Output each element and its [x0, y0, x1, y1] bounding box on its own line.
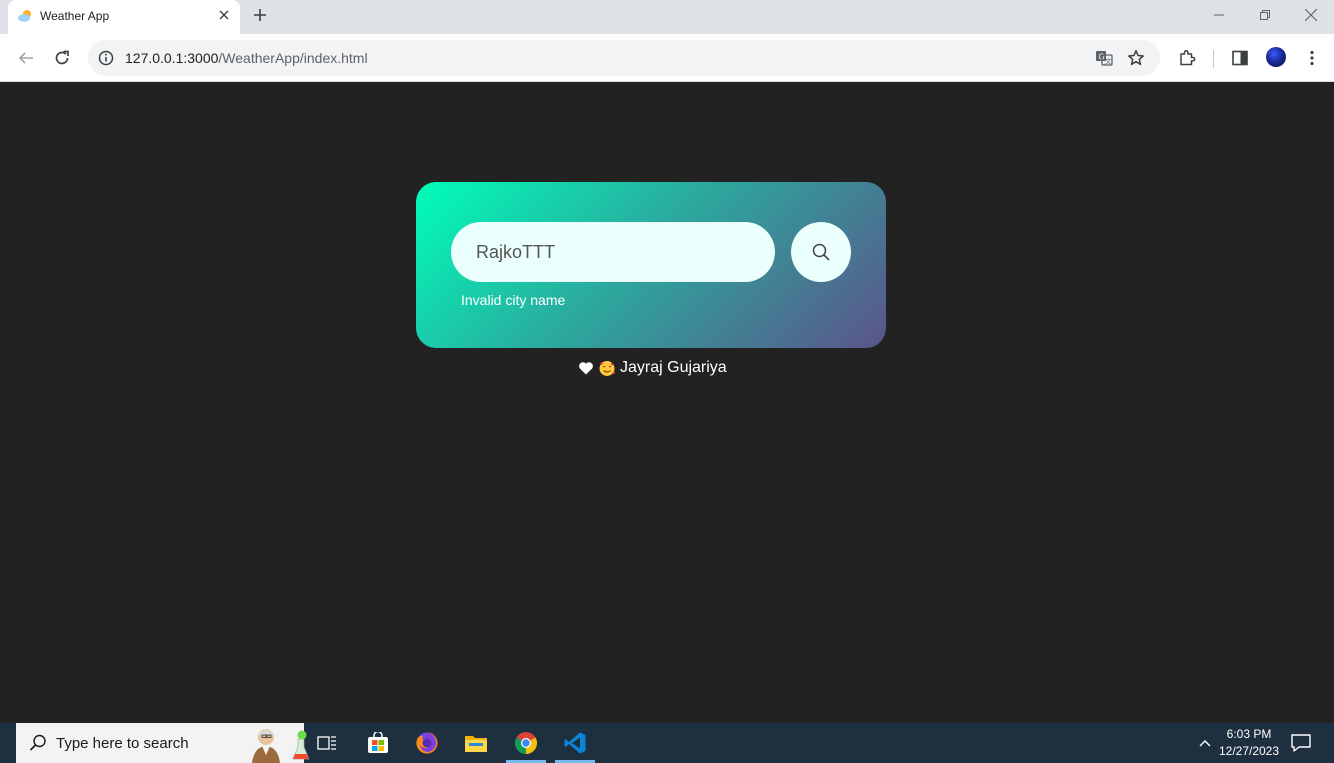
- author-name: Jayraj Gujariya: [620, 359, 727, 376]
- site-info-icon[interactable]: [96, 48, 116, 68]
- white-heart-icon: [579, 362, 593, 375]
- smiling-hearts-emoji-icon: [599, 361, 616, 376]
- menu-kebab-icon[interactable]: [1300, 46, 1324, 70]
- translate-icon[interactable]: G文: [1094, 48, 1114, 68]
- browser-tab[interactable]: Weather App: [8, 0, 240, 34]
- show-hidden-icons-chevron-icon[interactable]: [1196, 733, 1214, 753]
- url-host: 127.0.0.1:3000: [125, 50, 219, 66]
- vscode-icon[interactable]: [552, 723, 598, 763]
- footer-credit: Jayraj Gujariya: [578, 359, 727, 377]
- clock-time: 6:03 PM: [1226, 727, 1272, 741]
- bookmark-star-icon[interactable]: [1126, 48, 1146, 68]
- search-icon: [29, 734, 46, 751]
- taskbar-search-placeholder: Type here to search: [56, 735, 189, 752]
- city-search-input[interactable]: [451, 222, 775, 282]
- notification-center-icon[interactable]: [1290, 733, 1312, 753]
- back-arrow-icon[interactable]: [14, 46, 38, 70]
- windows-taskbar: Type here to search 6:03 PM 12/27/2023: [0, 723, 1334, 763]
- minimize-icon[interactable]: [1206, 4, 1232, 26]
- weather-cloud-icon: [18, 10, 31, 22]
- error-message: Invalid city name: [461, 292, 566, 308]
- close-tab-icon[interactable]: [216, 7, 232, 23]
- new-tab-icon[interactable]: [250, 5, 270, 25]
- reload-icon[interactable]: [50, 46, 74, 70]
- clock-date: 12/27/2023: [1218, 744, 1280, 758]
- tab-title: Weather App: [40, 9, 110, 23]
- task-view-icon[interactable]: [304, 723, 350, 763]
- taskbar-search-box[interactable]: Type here to search: [16, 723, 310, 763]
- svg-text:文: 文: [1105, 56, 1112, 65]
- side-panel-icon[interactable]: [1228, 46, 1252, 70]
- page-viewport: Invalid city name Jayraj Gujariya: [0, 83, 1334, 723]
- url-path: /WeatherApp/index.html: [218, 50, 368, 66]
- profile-avatar[interactable]: [1266, 47, 1286, 67]
- weather-card: Invalid city name: [416, 182, 886, 348]
- file-explorer-icon[interactable]: [453, 723, 499, 763]
- toolbar-divider: [1213, 50, 1214, 68]
- browser-toolbar: 127.0.0.1:3000/WeatherApp/index.html G文: [0, 34, 1334, 82]
- restore-icon[interactable]: [1252, 4, 1278, 26]
- close-window-icon[interactable]: [1298, 4, 1324, 26]
- microsoft-store-icon[interactable]: [355, 723, 401, 763]
- firefox-icon[interactable]: [404, 723, 450, 763]
- taskbar-clock[interactable]: 6:03 PM 12/27/2023: [1214, 726, 1284, 760]
- address-bar[interactable]: 127.0.0.1:3000/WeatherApp/index.html G文: [88, 40, 1160, 76]
- tab-strip: Weather App: [0, 0, 1334, 34]
- search-button[interactable]: [791, 222, 851, 282]
- search-icon: [812, 243, 830, 261]
- chrome-icon[interactable]: [503, 723, 549, 763]
- extensions-puzzle-icon[interactable]: [1175, 46, 1199, 70]
- url-text: 127.0.0.1:3000/WeatherApp/index.html: [125, 50, 368, 66]
